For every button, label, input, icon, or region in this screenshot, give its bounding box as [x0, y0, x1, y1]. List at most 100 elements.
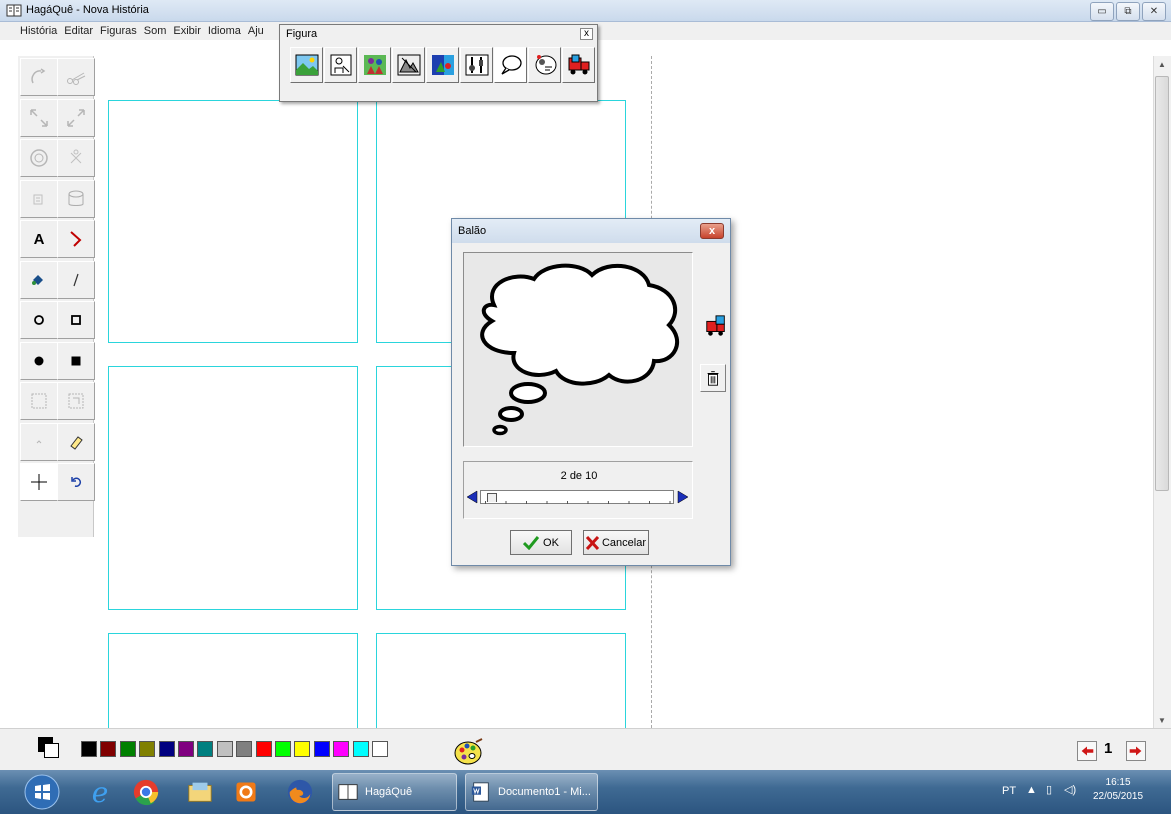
figura-tools-button[interactable] [460, 47, 493, 83]
next-arrow-icon[interactable] [676, 490, 690, 504]
flip-vertical-tool[interactable] [57, 98, 95, 137]
balao-dialog: Balão x 2 de 10 OK Cancelar [451, 218, 731, 566]
color-swatch[interactable] [313, 741, 330, 757]
ok-button[interactable]: OK [510, 530, 572, 555]
color-swatch[interactable] [352, 741, 369, 757]
eraser-tool[interactable] [57, 422, 95, 461]
figura-objects-button[interactable] [392, 47, 425, 83]
scrollbar-thumb[interactable] [1155, 76, 1169, 491]
figura-scenery-button[interactable] [290, 47, 323, 83]
undo-tool[interactable] [57, 463, 95, 501]
firefox-taskbar-icon[interactable] [284, 776, 316, 808]
media-taskbar-icon[interactable] [230, 776, 262, 808]
frame-select-tool[interactable] [57, 382, 95, 420]
minimize-button[interactable]: ▭ [1090, 2, 1114, 21]
undo-icon [71, 477, 82, 487]
rotate-tool[interactable] [20, 58, 58, 96]
color-swatch[interactable] [158, 741, 175, 757]
color-swatch[interactable] [372, 741, 388, 757]
bring-front-tool[interactable] [20, 179, 58, 218]
ie-taskbar-icon[interactable]: e [84, 776, 116, 809]
palette-button[interactable] [454, 738, 484, 766]
color-swatch[interactable] [333, 741, 350, 757]
line-tool[interactable] [57, 260, 95, 299]
comic-panel[interactable] [376, 633, 626, 733]
menu-editar[interactable]: Editar [64, 25, 93, 37]
frame-tool[interactable] [20, 382, 58, 420]
previous-arrow-icon[interactable] [465, 490, 479, 504]
fill-tool[interactable] [20, 260, 58, 299]
figura-title-bar[interactable]: Figura x [280, 25, 597, 43]
frame-select-icon [68, 393, 84, 409]
figura-import-button[interactable] [562, 47, 595, 83]
figura-background-button[interactable] [426, 47, 459, 83]
comic-panel[interactable] [108, 633, 358, 733]
taskbar-task-word[interactable]: Documento1 - Mi... [465, 773, 598, 811]
start-button[interactable] [24, 774, 60, 810]
chrome-taskbar-icon[interactable] [130, 776, 162, 808]
menu-exibir[interactable]: Exibir [173, 25, 201, 37]
dialog-close-button[interactable]: x [700, 223, 724, 239]
background-color[interactable] [44, 743, 59, 758]
color-swatch[interactable] [236, 741, 253, 757]
comic-panel[interactable] [108, 100, 358, 343]
import-balloon-button[interactable] [704, 313, 728, 339]
color-swatch[interactable] [216, 741, 233, 757]
color-swatch[interactable] [294, 741, 311, 757]
close-window-button[interactable]: ✕ [1142, 2, 1166, 21]
figura-group-button[interactable] [358, 47, 391, 83]
scissors-icon [67, 72, 86, 85]
task-label: Documento1 - Mi... [498, 786, 591, 798]
pencil-tool[interactable] [57, 220, 95, 258]
volume-icon[interactable]: ◁) [1064, 783, 1076, 796]
filled-circle-tool[interactable] [20, 341, 58, 380]
taskbar-task-hagaque[interactable]: HagáQuê [332, 773, 457, 811]
color-swatch[interactable] [275, 741, 291, 757]
delete-balloon-button[interactable] [700, 364, 726, 392]
windows-start-icon [24, 774, 60, 810]
scroll-down-icon[interactable]: ▼ [1158, 716, 1166, 725]
figura-character-button[interactable] [324, 47, 357, 83]
flip-horizontal-tool[interactable] [20, 98, 58, 137]
color-swatch[interactable] [139, 741, 156, 757]
next-page-button[interactable] [1126, 741, 1146, 761]
spin-tool[interactable] [20, 139, 58, 177]
balloon-slider[interactable] [480, 490, 674, 504]
filled-rectangle-tool[interactable] [57, 341, 95, 380]
figura-palette: Figura x [279, 24, 598, 102]
color-swatch[interactable] [197, 741, 214, 757]
clock[interactable]: 16:15 22/05/2015 [1093, 776, 1143, 804]
color-swatch[interactable] [81, 741, 97, 757]
language-indicator[interactable]: PT [1002, 785, 1016, 797]
restore-button[interactable]: ⧉ [1116, 2, 1140, 21]
bucket-tool[interactable] [57, 179, 95, 218]
menu-som[interactable]: Som [144, 25, 167, 37]
circle-tool[interactable] [20, 301, 58, 339]
color-swatch[interactable] [119, 741, 136, 757]
rectangle-tool[interactable] [57, 301, 95, 339]
color-swatch[interactable] [255, 741, 272, 757]
text-tool[interactable]: A [20, 220, 58, 258]
figura-close-button[interactable]: x [580, 28, 593, 40]
menu-historia[interactable]: História [20, 25, 57, 37]
explorer-taskbar-icon[interactable] [184, 776, 216, 808]
letter-a-icon: A [33, 230, 45, 248]
menu-idioma[interactable]: Idioma [208, 25, 241, 37]
delete-figure-tool[interactable] [57, 139, 95, 177]
color-swatch[interactable] [178, 741, 194, 757]
previous-page-button[interactable] [1077, 741, 1097, 761]
cancel-button[interactable]: Cancelar [583, 530, 649, 555]
menu-ajuda[interactable]: Aju [248, 25, 264, 37]
scissors-tool[interactable] [57, 58, 95, 96]
comic-panel[interactable] [108, 366, 358, 610]
show-hidden-icons-icon[interactable]: ▲ [1026, 784, 1037, 796]
scroll-up-icon[interactable]: ▲ [1158, 60, 1166, 69]
dialog-title-bar[interactable]: Balão x [452, 219, 730, 243]
small-brush-tool[interactable] [20, 422, 58, 461]
figura-balloon-button[interactable] [494, 47, 527, 83]
menu-figuras[interactable]: Figuras [100, 25, 137, 37]
select-tool[interactable] [20, 463, 58, 501]
network-icon[interactable]: ▯ [1046, 783, 1052, 796]
color-swatch[interactable] [100, 741, 117, 757]
figura-onomatopoeia-button[interactable] [528, 47, 561, 83]
